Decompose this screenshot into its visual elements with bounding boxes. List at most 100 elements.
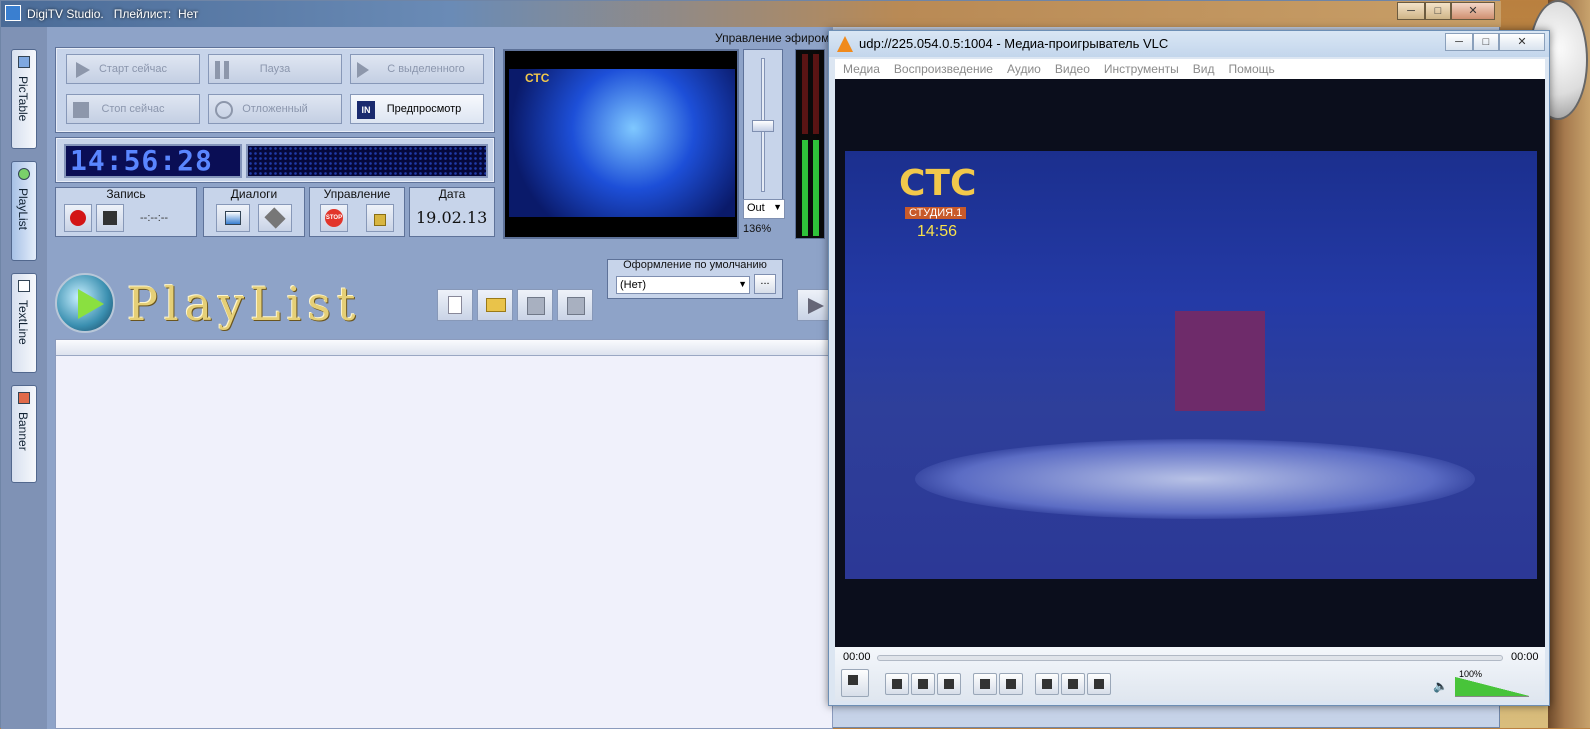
playlist-table-header — [56, 340, 832, 356]
seek-bar[interactable] — [877, 655, 1503, 661]
clock-display: 14:56:28 — [64, 144, 242, 178]
main-panel: Управление эфиром Старт сейчас Пауза С в… — [47, 27, 833, 729]
tab-label: Banner — [16, 412, 30, 451]
vlc-video-area[interactable]: СТС СТУДИЯ.1 14:56 — [835, 79, 1545, 647]
play-from-icon — [357, 62, 369, 78]
new-playlist-button[interactable] — [437, 289, 473, 321]
design-more-button[interactable]: ... — [754, 274, 776, 294]
clock-icon — [215, 101, 233, 119]
delayed-button[interactable]: Отложенный — [208, 94, 342, 124]
image-dialog-button[interactable] — [216, 204, 250, 232]
satellite-icon — [264, 207, 286, 229]
menu-video[interactable]: Видео — [1055, 62, 1090, 76]
design-group: Оформление по умолчанию (Нет) ▼ ... — [607, 259, 783, 299]
vlc-channel-sub: СТУДИЯ.1 — [905, 207, 967, 219]
slider-thumb[interactable] — [752, 120, 774, 132]
chevron-down-icon: ▼ — [773, 202, 782, 212]
record-stop-button[interactable] — [96, 204, 124, 232]
app-icon — [5, 5, 21, 21]
stop-button[interactable]: STOP — [320, 204, 348, 232]
pause-button[interactable]: Пауза — [208, 54, 342, 84]
menu-media[interactable]: Медиа — [843, 62, 880, 76]
open-playlist-button[interactable] — [477, 289, 513, 321]
record-icon — [70, 210, 86, 226]
tab-banner[interactable]: Banner — [11, 385, 37, 483]
start-now-button[interactable]: Старт сейчас — [66, 54, 200, 84]
playlist-title: PlayList — [127, 277, 362, 331]
stop-button[interactable] — [911, 673, 935, 695]
vlc-minimize-button[interactable]: ─ — [1445, 33, 1473, 51]
preview-button[interactable]: IN Предпросмотр — [350, 94, 484, 124]
in-icon: IN — [357, 101, 375, 119]
picture-icon — [225, 211, 241, 225]
loop-button[interactable] — [1061, 673, 1085, 695]
output-select[interactable]: Out ▼ — [743, 199, 785, 219]
menu-playback[interactable]: Воспроизведение — [894, 62, 993, 76]
vlc-close-button[interactable]: ✕ — [1499, 33, 1545, 51]
time-elapsed: 00:00 — [843, 651, 871, 663]
vlc-menu-bar: Медиа Воспроизведение Аудио Видео Инстру… — [835, 59, 1545, 79]
stop-icon — [103, 211, 117, 225]
lock-icon — [374, 214, 386, 226]
lock-button[interactable] — [366, 204, 394, 232]
level-peak-left — [802, 54, 808, 134]
record-time: --:--:-- — [140, 212, 169, 224]
maximize-button[interactable]: □ — [1425, 2, 1451, 20]
minimize-button[interactable]: ─ — [1397, 2, 1425, 20]
prev-button[interactable] — [885, 673, 909, 695]
fullscreen-button[interactable] — [973, 673, 997, 695]
next-button[interactable] — [937, 673, 961, 695]
level-bar-left — [802, 140, 808, 236]
tab-pictable[interactable]: PicTable — [11, 49, 37, 149]
pause-icon — [215, 61, 229, 79]
design-select[interactable]: (Нет) ▼ — [616, 276, 750, 294]
window-title: DigiTV Studio. Плейлист: Нет — [27, 7, 199, 21]
save-as-playlist-button[interactable] — [557, 289, 593, 321]
vlc-window-title: udp://225.054.0.5:1004 - Медиа-проигрыва… — [859, 36, 1169, 51]
save-icon — [527, 297, 545, 315]
record-caption: Запись — [106, 187, 146, 201]
transport-panel: Старт сейчас Пауза С выделенного Стоп се… — [55, 47, 495, 133]
playlist-icon — [18, 168, 30, 180]
tab-playlist[interactable]: PlayList — [11, 161, 37, 261]
volume-slider[interactable] — [1455, 677, 1529, 697]
satellite-dialog-button[interactable] — [258, 204, 292, 232]
save-playlist-button[interactable] — [517, 289, 553, 321]
speaker-icon: 🔈 — [1433, 679, 1448, 693]
stop-now-button[interactable]: Стоп сейчас — [66, 94, 200, 124]
dialogs-group: Диалоги — [203, 187, 305, 237]
play-pause-button[interactable] — [841, 669, 869, 697]
menu-audio[interactable]: Аудио — [1007, 62, 1041, 76]
control-group: Управление STOP — [309, 187, 405, 237]
playlist-button[interactable] — [1035, 673, 1059, 695]
menu-view[interactable]: Вид — [1193, 62, 1215, 76]
control-caption: Управление — [323, 187, 391, 201]
vlc-title-bar: udp://225.054.0.5:1004 - Медиа-проигрыва… — [829, 31, 1549, 57]
menu-tools[interactable]: Инструменты — [1104, 62, 1179, 76]
vlc-channel-logo: СТС — [899, 163, 977, 204]
save-as-icon — [567, 297, 585, 315]
date-group: Дата 19.02.13 — [409, 187, 495, 237]
tab-textline[interactable]: TextLine — [11, 273, 37, 373]
date-value: 19.02.13 — [416, 208, 488, 227]
video-stage-prop — [1175, 311, 1265, 411]
broadcast-control-label: Управление эфиром — [715, 31, 830, 45]
volume-slider[interactable] — [743, 49, 783, 205]
stop-sign-icon: STOP — [325, 209, 343, 227]
folder-open-icon — [486, 298, 506, 312]
from-selected-button[interactable]: С выделенного — [350, 54, 484, 84]
preview-monitor: СТС — [503, 49, 739, 239]
close-button[interactable]: ✕ — [1451, 2, 1495, 20]
banner-icon — [18, 392, 30, 404]
shuffle-button[interactable] — [1087, 673, 1111, 695]
playlist-logo: PlayList — [55, 273, 425, 335]
preview-channel-logo: СТС — [525, 71, 550, 85]
playlist-table[interactable] — [55, 339, 833, 729]
menu-help[interactable]: Помощь — [1228, 62, 1274, 76]
record-button[interactable] — [64, 204, 92, 232]
clock-panel: 14:56:28 — [55, 137, 495, 183]
extended-settings-button[interactable] — [999, 673, 1023, 695]
new-file-icon — [448, 296, 462, 314]
dialogs-caption: Диалоги — [230, 187, 278, 201]
vlc-maximize-button[interactable]: □ — [1473, 33, 1499, 51]
